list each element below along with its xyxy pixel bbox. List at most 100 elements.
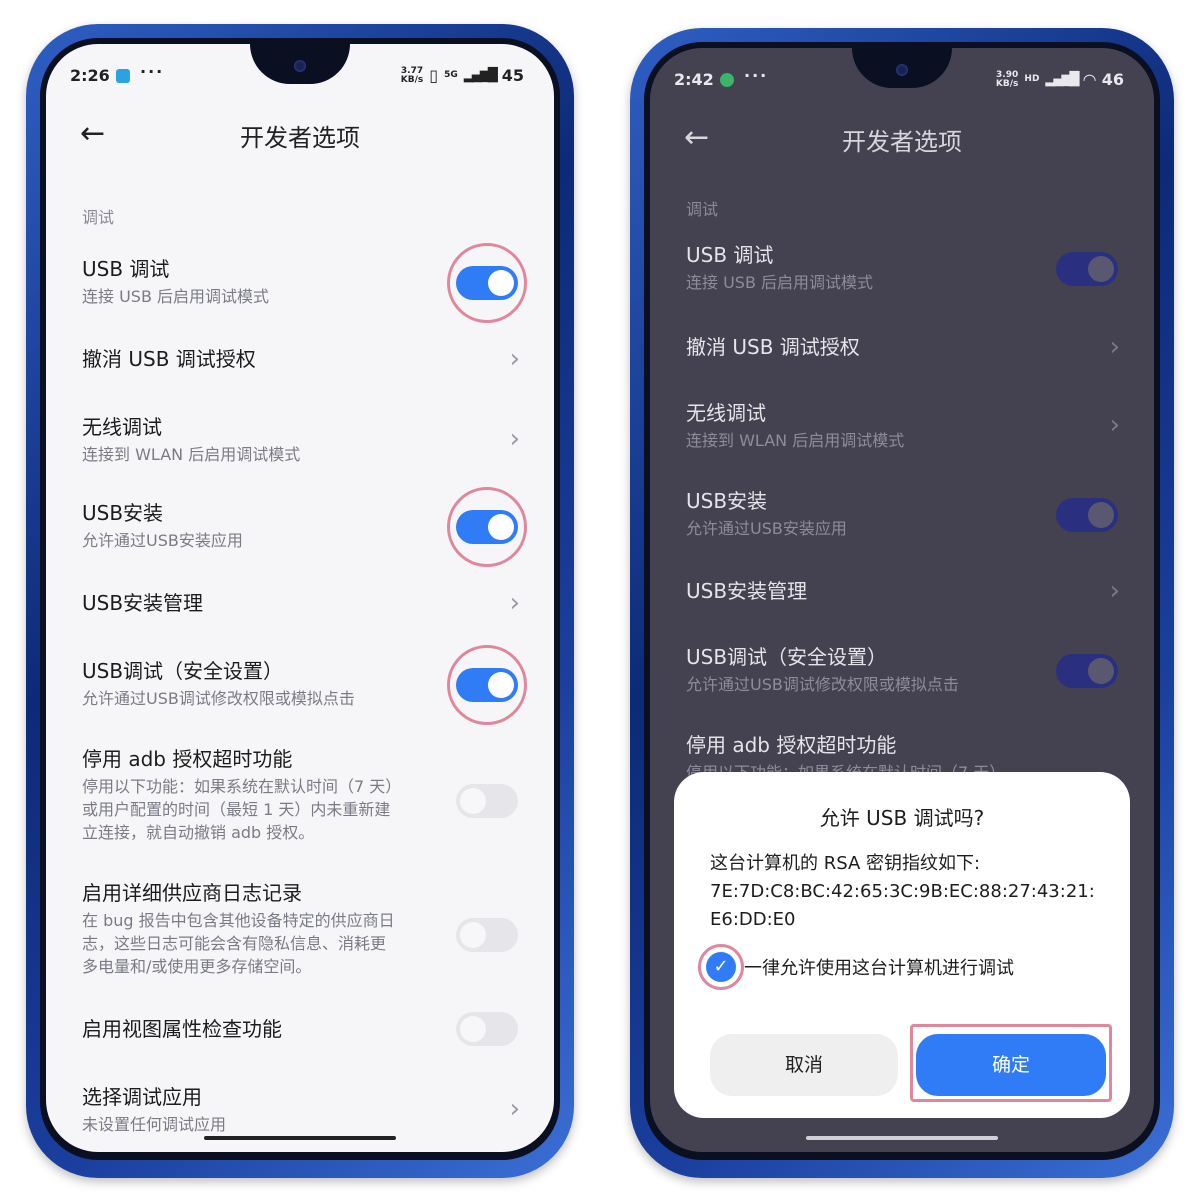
highlight-circle (447, 645, 527, 725)
signal-icon: ▂▄▆█ (463, 68, 498, 83)
phone-right: 2:42 ··· 3.90 KB/s HD ▂▄▆█ ◠ 46 ← 开发者选项 … (630, 28, 1174, 1178)
setting-disable-adb-timeout[interactable]: 停用 adb 授权超时功能 停用以下功能：如果系统在默认时间（7 天） 或用户配… (82, 746, 520, 844)
net-speed: 3.77 KB/s (400, 65, 424, 85)
setting-title: USB 调试 (82, 257, 170, 281)
checkbox-label: 一律允许使用这台计算机进行调试 (744, 958, 1014, 979)
setting-usb-debugging: USB 调试 连接 USB 后启用调试模式 (686, 242, 1120, 294)
screen-right: 2:42 ··· 3.90 KB/s HD ▂▄▆█ ◠ 46 ← 开发者选项 … (650, 48, 1154, 1152)
setting-title: USB调试（安全设置） (686, 645, 888, 669)
dialog-title: 允许 USB 调试吗? (819, 806, 985, 830)
usb-debug-dialog: 允许 USB 调试吗? 这台计算机的 RSA 密钥指纹如下: 7E:7D:C8:… (674, 772, 1130, 1118)
setting-revoke-usb-auth: 撤消 USB 调试授权 › (686, 334, 1120, 360)
setting-usb-install[interactable]: USB安装 允许通过USB安装应用 (82, 487, 527, 567)
setting-subtitle: 停用以下功能：如果系统在默认时间（7 天） 或用户配置的时间（最短 1 天）内未… (82, 777, 402, 842)
chevron-right-icon: › (1109, 332, 1120, 362)
setting-subtitle: 连接到 WLAN 后启用调试模式 (82, 445, 301, 464)
usb-install-toggle (1056, 498, 1118, 532)
front-camera (896, 64, 908, 76)
phone-left: 2:26 ··· 3.77 KB/s ▯ 5G ▂▄▆█ 45 ← 开发者选项 … (26, 24, 574, 1178)
wifi-icon: ◠ (1083, 70, 1096, 89)
setting-title: 无线调试 (686, 401, 766, 425)
home-indicator[interactable] (806, 1136, 998, 1140)
signal-icon: ▂▄▆█ (1045, 72, 1079, 87)
usb-debug-security-toggle (1056, 654, 1118, 688)
setting-title: USB安装管理 (82, 591, 204, 615)
battery-level: 46 (1101, 70, 1124, 89)
setting-subtitle: 未设置任何调试应用 (82, 1115, 227, 1134)
setting-title: 选择调试应用 (82, 1085, 202, 1109)
setting-usb-install-manage: USB安装管理 › (686, 578, 1120, 604)
phone-bezel: 2:26 ··· 3.77 KB/s ▯ 5G ▂▄▆█ 45 ← 开发者选项 … (40, 38, 560, 1160)
setting-select-debug-app[interactable]: 选择调试应用 未设置任何调试应用 › (82, 1084, 520, 1136)
disable-adb-timeout-toggle[interactable] (456, 784, 518, 818)
usb-debugging-toggle (1056, 252, 1118, 286)
home-indicator[interactable] (204, 1136, 396, 1140)
chevron-right-icon: › (1109, 410, 1120, 440)
highlight-circle (447, 487, 527, 567)
telegram-icon (115, 68, 130, 83)
setting-title: 启用视图属性检查功能 (82, 1017, 282, 1041)
highlight-box (910, 1024, 1112, 1102)
setting-title: USB安装 (82, 501, 164, 525)
chevron-right-icon: › (509, 424, 520, 454)
vendor-logging-toggle[interactable] (456, 918, 518, 952)
battery-level: 45 (501, 66, 524, 85)
setting-view-attribute-inspection[interactable]: 启用视图属性检查功能 (82, 1012, 520, 1046)
rsa-fingerprint: 7E:7D:C8:BC:42:65:3C:9B:EC:88:27:43:21: (710, 881, 1095, 902)
setting-title: USB安装 (686, 489, 768, 513)
dialog-message: 这台计算机的 RSA 密钥指纹如下: 7E:7D:C8:BC:42:65:3C:… (710, 850, 1110, 934)
screen-left: 2:26 ··· 3.77 KB/s ▯ 5G ▂▄▆█ 45 ← 开发者选项 … (46, 44, 554, 1152)
highlight-circle (698, 944, 744, 990)
setting-subtitle: 允许通过USB调试修改权限或模拟点击 (686, 675, 959, 694)
page-title: 开发者选项 (240, 124, 360, 152)
status-time: 2:26 (70, 66, 110, 85)
setting-subtitle: 连接到 WLAN 后启用调试模式 (686, 431, 905, 450)
download-icon (719, 72, 734, 87)
always-allow-checkbox[interactable]: ✓ (698, 944, 744, 990)
chevron-right-icon: › (509, 588, 520, 618)
setting-subtitle: 连接 USB 后启用调试模式 (82, 287, 270, 306)
cancel-button[interactable]: 取消 (710, 1034, 898, 1096)
setting-title: 停用 adb 授权超时功能 (686, 733, 897, 757)
setting-title: USB安装管理 (686, 579, 808, 603)
setting-title: 撤消 USB 调试授权 (82, 347, 256, 371)
setting-title: USB调试（安全设置） (82, 659, 284, 683)
setting-usb-install-manage[interactable]: USB安装管理 › (82, 590, 520, 616)
highlight-circle (447, 243, 527, 323)
always-allow-checkbox-row[interactable]: ✓ 一律允许使用这台计算机进行调试 (698, 944, 1014, 990)
setting-title: 停用 adb 授权超时功能 (82, 747, 293, 771)
setting-subtitle: 连接 USB 后启用调试模式 (686, 273, 874, 292)
status-time: 2:42 (674, 70, 714, 89)
front-camera (294, 60, 306, 72)
status-more-dots: ··· (140, 62, 165, 81)
setting-revoke-usb-auth[interactable]: 撤消 USB 调试授权 › (82, 346, 520, 372)
net-speed: 3.90 KB/s (995, 69, 1019, 89)
setting-wireless-debugging[interactable]: 无线调试 连接到 WLAN 后启用调试模式 › (82, 414, 520, 466)
network-type: HD (1024, 74, 1040, 84)
status-more-dots: ··· (744, 66, 769, 85)
view-attribute-toggle[interactable] (456, 1012, 518, 1046)
chevron-right-icon: › (509, 344, 520, 374)
setting-subtitle: 允许通过USB安装应用 (686, 519, 847, 538)
section-header: 调试 (686, 200, 719, 219)
setting-usb-debug-security: USB调试（安全设置） 允许通过USB调试修改权限或模拟点击 (686, 644, 1120, 696)
app-bar: ← 开发者选项 (46, 106, 554, 162)
setting-title: 无线调试 (82, 415, 162, 439)
setting-subtitle: 允许通过USB调试修改权限或模拟点击 (82, 689, 355, 708)
section-header: 调试 (82, 208, 115, 227)
setting-usb-install: USB安装 允许通过USB安装应用 (686, 488, 1120, 540)
setting-subtitle: 在 bug 报告中包含其他设备特定的供应商日 志，这些日志可能会含有隐私信息、消… (82, 911, 395, 976)
page-title: 开发者选项 (842, 128, 962, 156)
setting-subtitle: 允许通过USB安装应用 (82, 531, 243, 550)
setting-vendor-logging[interactable]: 启用详细供应商日志记录 在 bug 报告中包含其他设备特定的供应商日 志，这些日… (82, 880, 520, 978)
setting-wireless-debugging: 无线调试 连接到 WLAN 后启用调试模式 › (686, 400, 1120, 452)
network-type: 5G (444, 70, 458, 80)
setting-title: 启用详细供应商日志记录 (82, 881, 302, 905)
setting-title: USB 调试 (686, 243, 774, 267)
setting-title: 撤消 USB 调试授权 (686, 335, 860, 359)
app-bar: ← 开发者选项 (650, 110, 1154, 166)
setting-usb-debugging[interactable]: USB 调试 连接 USB 后启用调试模式 (82, 243, 527, 323)
setting-usb-debug-security[interactable]: USB调试（安全设置） 允许通过USB调试修改权限或模拟点击 (82, 645, 527, 725)
phone-bezel: 2:42 ··· 3.90 KB/s HD ▂▄▆█ ◠ 46 ← 开发者选项 … (644, 42, 1160, 1160)
chevron-right-icon: › (1109, 576, 1120, 606)
